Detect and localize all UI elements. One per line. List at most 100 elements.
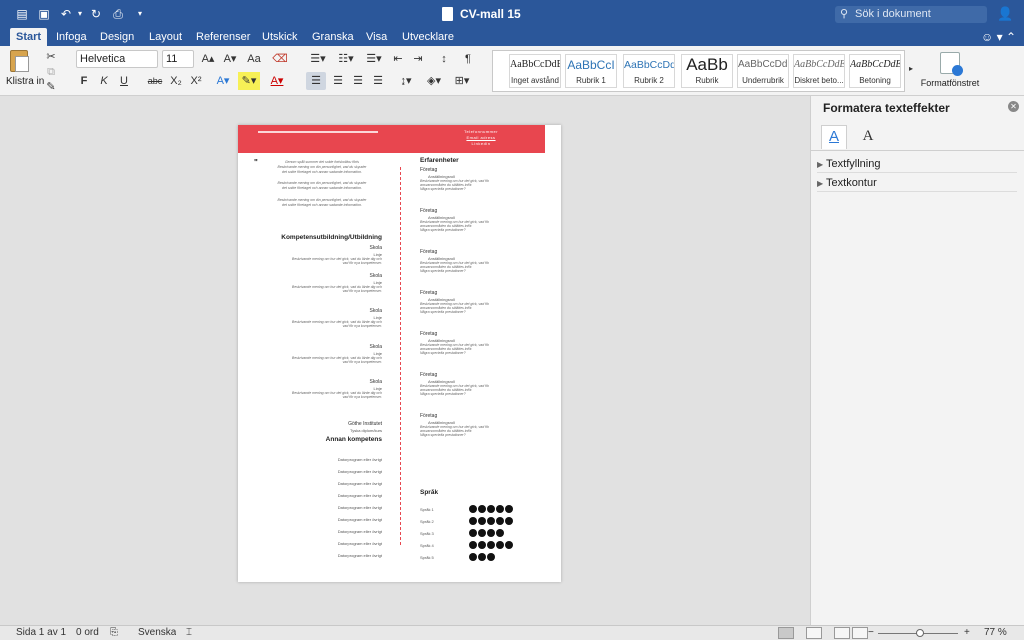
show-formatting-icon[interactable]: ¶ (460, 50, 476, 68)
search-placeholder: Sök i dokument (855, 8, 931, 20)
school-name: Skola (369, 308, 382, 314)
company-name: Företag (420, 249, 438, 255)
font-size-select[interactable]: 11 (162, 50, 194, 68)
document-canvas[interactable]: Telefonnummer Email adress Linkedin " Ge… (0, 96, 810, 625)
style-underrubrik[interactable]: AaBbCcDdI Underrubrik (737, 54, 789, 88)
language-level-dot (496, 505, 504, 513)
increase-indent-icon[interactable]: ⇥ (410, 50, 426, 68)
align-right-icon[interactable]: ☰ (348, 72, 368, 90)
format-painter-icon[interactable]: ✎ (44, 78, 58, 96)
role-desc: Några speciella prestationer? (420, 310, 466, 314)
bold-button[interactable]: F (76, 72, 92, 90)
document-page[interactable]: Telefonnummer Email adress Linkedin " Ge… (238, 125, 561, 582)
superscript-button[interactable]: X² (188, 72, 204, 90)
tab-design[interactable]: Design (94, 28, 140, 46)
multilevel-list-icon[interactable]: ☰▾ (362, 50, 386, 68)
style-preview: AaBbCcDd (624, 59, 674, 71)
sort-icon[interactable]: ↕ (436, 50, 452, 68)
shrink-font-icon[interactable]: A▾ (220, 50, 240, 68)
language-level-dot (487, 541, 495, 549)
paste-icon[interactable] (10, 50, 29, 72)
redo-icon[interactable]: ↻ (88, 6, 104, 22)
align-left-icon[interactable]: ☰ (306, 72, 326, 90)
format-pane-button[interactable]: Formatfönstret (920, 50, 980, 94)
tab-utskick[interactable]: Utskick (256, 28, 303, 46)
close-icon[interactable]: ✕ (1008, 101, 1019, 112)
word-count[interactable]: 0 ord (76, 627, 99, 639)
quote-line: det sokte företaget och annan sadande in… (282, 203, 362, 207)
chevron-right-icon: ▶ (817, 160, 824, 169)
tab-utvecklare[interactable]: Utvecklare (396, 28, 460, 46)
language-level-dot (478, 529, 486, 537)
customize-toolbar-icon[interactable]: ▾ (132, 6, 148, 22)
share-icon[interactable]: 👤 (997, 6, 1013, 22)
styles-more-icon[interactable]: ▸ (906, 60, 916, 78)
subscript-button[interactable]: X₂ (168, 72, 184, 90)
font-color-icon[interactable]: A▾ (266, 72, 288, 90)
language-level-dot (478, 505, 486, 513)
text-effects-icon[interactable]: A▾ (212, 72, 234, 90)
smiley-icon[interactable]: ☺ ▾ ⌃ (981, 30, 1016, 44)
tab-start[interactable]: Start (10, 28, 48, 46)
role-desc: Några speciella prestationer? (420, 433, 466, 437)
highlight-icon[interactable]: ✎▾ (238, 72, 260, 90)
section-textfyllning[interactable]: ▶ Textfyllning (817, 155, 1017, 173)
outline-view-icon[interactable] (834, 627, 850, 639)
search-input[interactable]: ⚲ Sök i dokument (835, 6, 987, 23)
borders-icon[interactable]: ⊞▾ (450, 72, 474, 90)
language-name: Språk 5 (420, 555, 434, 560)
style-diskret-betoning[interactable]: AaBbCcDdEe Diskret beto... (793, 54, 845, 88)
style-inget-avstand[interactable]: AaBbCcDdEe Inget avstånd (509, 54, 561, 88)
page-count[interactable]: Sida 1 av 1 (16, 627, 66, 639)
font-name-select[interactable]: Helvetica (76, 50, 158, 68)
sidebar-toggle-icon[interactable]: ▤ (14, 6, 30, 22)
style-rubrik[interactable]: AaBb Rubrik (681, 54, 733, 88)
tab-referenser[interactable]: Referenser (190, 28, 256, 46)
style-name: Betoning (859, 76, 891, 85)
language-status[interactable]: Svenska (138, 627, 176, 639)
school-name: Skola (369, 273, 382, 279)
tab-layout[interactable]: Layout (143, 28, 188, 46)
undo-dropdown-icon[interactable]: ▾ (72, 6, 88, 22)
school-name: Skola (369, 379, 382, 385)
zoom-slider-thumb[interactable] (916, 629, 924, 637)
save-icon[interactable]: ▣ (36, 6, 52, 22)
language-level-dot (487, 505, 495, 513)
decrease-indent-icon[interactable]: ⇤ (390, 50, 406, 68)
text-fill-tab-icon[interactable]: A (821, 125, 847, 149)
shading-icon[interactable]: ◈▾ (422, 72, 446, 90)
grow-font-icon[interactable]: A▴ (198, 50, 218, 68)
tab-visa[interactable]: Visa (360, 28, 393, 46)
align-center-icon[interactable]: ☰ (328, 72, 348, 90)
print-icon[interactable]: ⎙ (110, 6, 126, 22)
zoom-in-icon[interactable]: + (964, 627, 970, 639)
tab-granska[interactable]: Granska (306, 28, 360, 46)
style-betoning[interactable]: AaBbCcDdEe Betoning (849, 54, 901, 88)
bullets-icon[interactable]: ☰▾ (306, 50, 330, 68)
underline-button[interactable]: U (116, 72, 132, 90)
italic-button[interactable]: K (96, 72, 112, 90)
style-rubrik-2[interactable]: AaBbCcDd Rubrik 2 (623, 54, 675, 88)
proofing-icon[interactable]: ⎘ (110, 627, 118, 639)
track-icon[interactable]: ⌶ (186, 627, 192, 639)
focus-view-icon[interactable] (852, 627, 868, 639)
language-level-dot (469, 505, 477, 513)
zoom-level[interactable]: 77 % (984, 627, 1007, 639)
justify-icon[interactable]: ☰ (368, 72, 388, 90)
text-outline-tab-icon[interactable]: A (855, 125, 881, 149)
numbering-icon[interactable]: ☷▾ (334, 50, 358, 68)
section-textkontur[interactable]: ▶ Textkontur (817, 174, 1017, 192)
print-layout-view-icon[interactable] (778, 627, 794, 639)
strikethrough-button[interactable]: abc (144, 72, 166, 90)
zoom-out-icon[interactable]: − (868, 627, 874, 639)
tab-infoga[interactable]: Infoga (50, 28, 93, 46)
change-case-icon[interactable]: Aa (244, 50, 264, 68)
font-size-value: 11 (166, 53, 178, 65)
line-spacing-icon[interactable]: ↨▾ (394, 72, 418, 90)
language-level-dot (505, 541, 513, 549)
other-item: Datorprogram eller övrigt (337, 529, 382, 534)
web-layout-view-icon[interactable] (806, 627, 822, 639)
paste-label[interactable]: Klistra in (6, 76, 44, 87)
clear-format-icon[interactable]: ⌫ (270, 50, 290, 68)
style-rubrik-1[interactable]: AaBbCcI Rubrik 1 (565, 54, 617, 88)
